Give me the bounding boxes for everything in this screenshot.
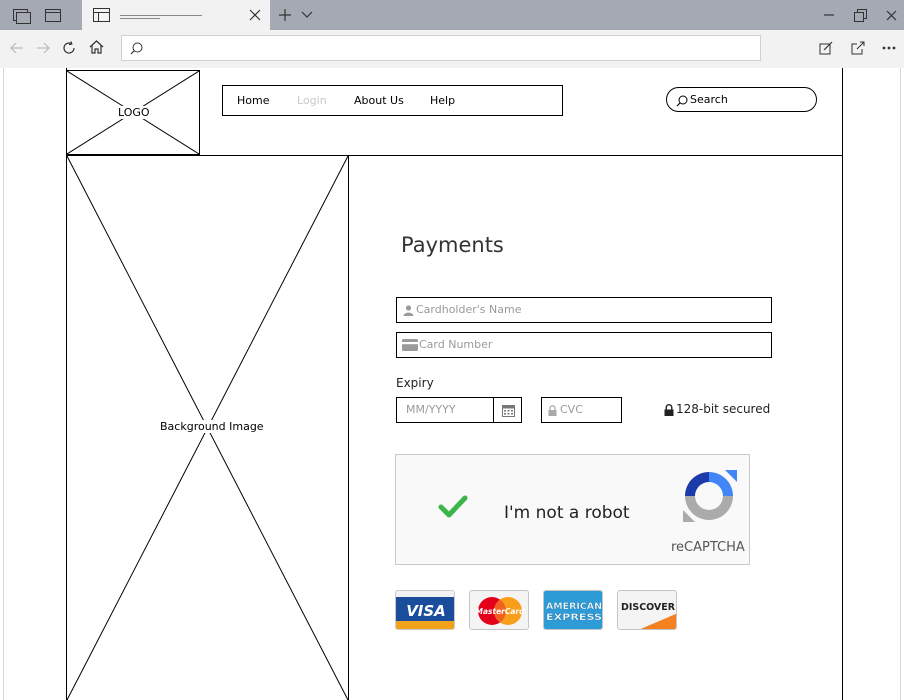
logo[interactable]: LOGO [66, 70, 200, 155]
window-icon[interactable] [43, 6, 63, 24]
tab-title-placeholder [120, 15, 202, 16]
expiry-label: Expiry [396, 376, 434, 390]
svg-text:DISCOVER: DISCOVER [621, 602, 676, 613]
svg-text:VISA: VISA [406, 602, 446, 620]
restore-icon[interactable] [851, 6, 869, 24]
chevron-down-icon[interactable] [298, 6, 316, 24]
expiry-divider [493, 398, 494, 422]
minimize-icon[interactable] [820, 6, 838, 24]
svg-text:AMERICAN: AMERICAN [546, 602, 602, 612]
tab-page-icon [92, 6, 112, 24]
recaptcha-widget[interactable]: I'm not a robot reCAPTCHA [395, 454, 750, 565]
page-border-right [900, 68, 901, 700]
credit-card-icon [402, 339, 418, 351]
page-title: Payments [401, 233, 504, 257]
checkmark-icon[interactable] [438, 495, 468, 519]
tab-bar [0, 0, 904, 30]
address-input[interactable] [121, 35, 761, 61]
nav-login[interactable]: Login [297, 94, 327, 107]
logo-label: LOGO [117, 106, 151, 119]
refresh-icon[interactable] [60, 39, 78, 57]
cardholder-name-input[interactable]: Cardholder's Name [396, 297, 772, 323]
background-image: Background Image [66, 155, 349, 700]
close-window-icon[interactable] [882, 6, 900, 24]
close-icon[interactable] [246, 6, 264, 24]
visa-logo: VISA [395, 590, 455, 630]
mastercard-logo: MasterCard [469, 590, 529, 630]
expiry-placeholder: MM/YYYY [406, 403, 456, 416]
share-icon[interactable] [849, 39, 867, 57]
recaptcha-icon [678, 465, 740, 527]
card-number-placeholder: Card Number [419, 338, 493, 351]
recaptcha-brand: reCAPTCHA [671, 540, 745, 555]
lock-icon [663, 403, 674, 416]
amex-logo: AMERICAN EXPRESS [543, 590, 603, 630]
search-icon [128, 40, 144, 56]
tab-stack-icon[interactable] [12, 6, 32, 24]
cardholder-name-placeholder: Cardholder's Name [416, 303, 522, 316]
background-image-label: Background Image [159, 420, 265, 433]
expiry-input[interactable]: MM/YYYY [396, 397, 522, 423]
user-icon [402, 304, 414, 316]
svg-text:MasterCard: MasterCard [476, 607, 526, 616]
recaptcha-text: I'm not a robot [504, 503, 630, 523]
main-nav: Home Login About Us Help [222, 85, 563, 116]
search-label: Search [690, 93, 728, 106]
security-note: 128-bit secured [676, 402, 771, 416]
more-icon[interactable] [879, 39, 899, 57]
tab-title-placeholder-short [120, 18, 160, 19]
search-box[interactable]: Search [666, 87, 817, 112]
forward-icon[interactable] [34, 39, 52, 57]
discover-logo: DISCOVER [617, 590, 677, 630]
cvc-placeholder: CVC [560, 403, 583, 416]
nav-home[interactable]: Home [237, 94, 269, 107]
back-icon[interactable] [8, 39, 26, 57]
search-icon [675, 94, 688, 107]
cvc-input[interactable]: CVC [541, 397, 622, 423]
nav-help[interactable]: Help [430, 94, 455, 107]
card-number-input[interactable]: Card Number [396, 332, 772, 358]
page-border-left [3, 68, 4, 700]
svg-text:EXPRESS: EXPRESS [546, 613, 602, 623]
plus-icon[interactable] [276, 6, 294, 24]
calendar-icon[interactable] [501, 403, 515, 417]
nav-about-us[interactable]: About Us [354, 94, 404, 107]
edit-icon[interactable] [817, 39, 835, 57]
home-icon[interactable] [87, 38, 105, 56]
lock-icon [547, 404, 557, 416]
